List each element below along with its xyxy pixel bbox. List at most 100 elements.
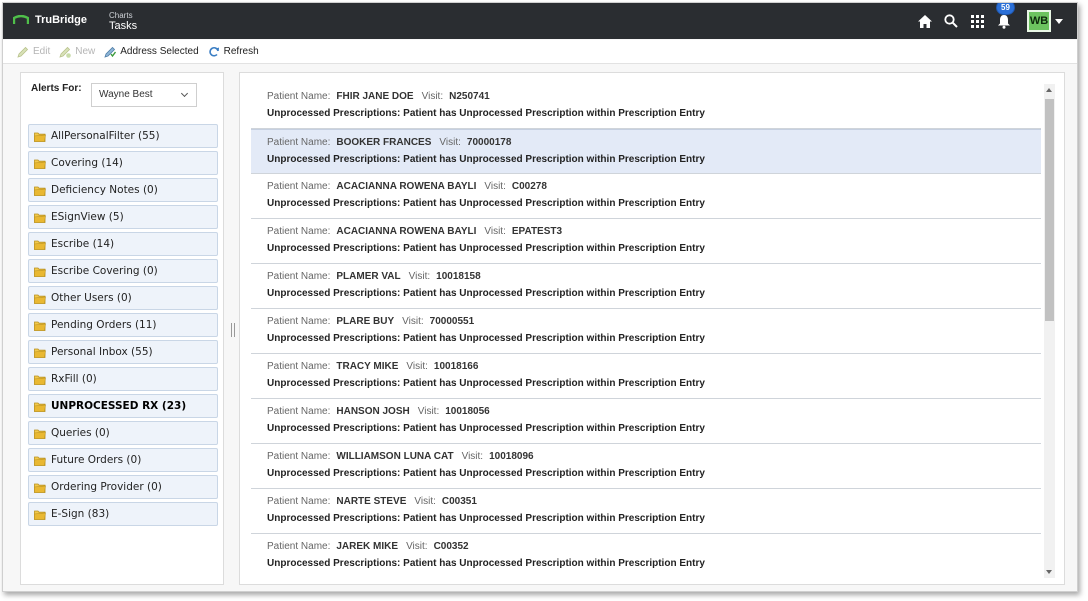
search-icon[interactable] — [943, 13, 959, 29]
scroll-up-icon[interactable] — [1046, 88, 1052, 92]
alert-message: Unprocessed Prescriptions: Patient has U… — [267, 108, 705, 119]
folder-label: E-Sign (83) — [51, 508, 110, 520]
new-label: New — [75, 46, 96, 57]
folder-label: AllPersonalFilter (55) — [51, 130, 160, 142]
action-toolbar: Edit New Address Selected Refresh — [3, 40, 1077, 64]
home-icon[interactable] — [917, 13, 933, 29]
visit-label: Visit: — [408, 271, 431, 282]
alert-message: Unprocessed Prescriptions: Patient has U… — [267, 243, 705, 254]
bell-icon — [998, 15, 1010, 29]
notifications-button[interactable]: 59 — [995, 3, 1015, 30]
table-row[interactable]: Patient Name: JAREK MIKE Visit: C00352 Unpro… — [251, 534, 1041, 578]
visit-label: Visit: — [402, 316, 424, 327]
folder-item[interactable]: Escribe Covering (0) — [28, 259, 218, 283]
table-row[interactable]: Patient Name: TRACY MIKE Visit: 10018166 Unp… — [251, 354, 1041, 399]
visit-label: Visit: — [484, 181, 506, 192]
table-row[interactable]: Patient Name: FHIR JANE DOE Visit: N250741 U… — [251, 84, 1041, 129]
scrollbar-thumb[interactable] — [1045, 99, 1054, 321]
patient-name-value: BOOKER FRANCES — [336, 137, 432, 148]
alerts-for-row: Alerts For: — [31, 83, 82, 94]
folder-item[interactable]: RxFill (0) — [28, 367, 218, 391]
alert-folders-panel: Alerts For: Wayne Best AllPersonalFilter… — [20, 72, 224, 585]
folder-item[interactable]: Covering (14) — [28, 151, 218, 175]
folder-label: Personal Inbox (55) — [51, 346, 153, 358]
folder-item[interactable]: Deficiency Notes (0) — [28, 178, 218, 202]
chevron-down-icon — [180, 89, 189, 98]
alert-message: Unprocessed Prescriptions: Patient has U… — [267, 198, 705, 209]
folder-label: Deficiency Notes (0) — [51, 184, 158, 196]
apps-grid-icon[interactable] — [969, 13, 985, 29]
notification-badge: 59 — [996, 3, 1015, 15]
logo[interactable]: TruBridge — [13, 14, 87, 26]
patient-name-value: NARTE STEVE — [336, 496, 407, 507]
user-avatar[interactable]: WB — [1027, 10, 1051, 32]
folder-label: Ordering Provider (0) — [51, 481, 162, 493]
folder-icon — [34, 510, 46, 520]
patient-name-value: WILLIAMSON LUNA CAT — [336, 451, 454, 462]
folder-item[interactable]: UNPROCESSED RX (23) — [28, 394, 218, 418]
folder-item[interactable]: E-Sign (83) — [28, 502, 218, 526]
table-row[interactable]: Patient Name: HANSON JOSH Visit: 10018056 Un… — [251, 399, 1041, 444]
app-subtitle: Charts — [109, 11, 133, 20]
alerts-user-select[interactable]: Wayne Best — [91, 83, 197, 107]
folder-icon — [34, 132, 46, 142]
alert-row-header: Patient Name: ACACIANNA ROWENA BAYLI Visit… — [267, 226, 1041, 241]
folder-label: Covering (14) — [51, 157, 123, 169]
folder-label: UNPROCESSED RX (23) — [51, 400, 187, 412]
folder-label: Pending Orders (11) — [51, 319, 157, 331]
scroll-down-icon[interactable] — [1046, 570, 1052, 574]
folder-item[interactable]: Ordering Provider (0) — [28, 475, 218, 499]
folder-icon — [34, 321, 46, 331]
app-title-block: Charts Tasks — [109, 11, 137, 32]
patient-name-label: Patient Name: — [267, 271, 331, 282]
user-menu-caret-icon[interactable] — [1055, 18, 1063, 24]
folder-item[interactable]: Pending Orders (11) — [28, 313, 218, 337]
alert-message: Unprocessed Prescriptions: Patient has U… — [267, 468, 705, 479]
table-row[interactable]: Patient Name: WILLIAMSON LUNA CAT Visit: 10… — [251, 444, 1041, 489]
folder-icon — [34, 213, 46, 223]
folder-icon — [34, 159, 46, 169]
visit-value: C00351 — [441, 496, 477, 507]
pencil-icon — [17, 46, 29, 58]
table-row[interactable]: Patient Name: ACACIANNA ROWENA BAYLI Visit… — [251, 174, 1041, 219]
visit-value: 10018166 — [433, 361, 479, 372]
folder-icon — [34, 267, 46, 277]
folder-item[interactable]: Queries (0) — [28, 421, 218, 445]
folder-item[interactable]: AllPersonalFilter (55) — [28, 124, 218, 148]
alerts-list-scrollbar[interactable] — [1044, 84, 1055, 578]
address-selected-icon — [104, 46, 117, 58]
panel-splitter-handle[interactable] — [231, 323, 235, 337]
table-row[interactable]: Patient Name: PLARE BUY Visit: 70000551 Unpr… — [251, 309, 1041, 354]
visit-value: 10018096 — [489, 451, 534, 462]
folder-label: Future Orders (0) — [51, 454, 142, 466]
folder-icon — [34, 483, 46, 493]
visit-value: EPATEST3 — [511, 226, 563, 237]
alert-row-header: Patient Name: NARTE STEVE Visit: C00351 — [267, 496, 1041, 511]
refresh-button[interactable]: Refresh — [208, 46, 259, 58]
folder-item[interactable]: Escribe (14) — [28, 232, 218, 256]
folder-icon — [34, 348, 46, 358]
patient-name-value: JAREK MIKE — [336, 541, 399, 552]
patient-name-value: PLARE BUY — [336, 316, 395, 327]
new-button[interactable]: New — [59, 46, 95, 58]
alert-row-header: Patient Name: WILLIAMSON LUNA CAT Visit: 10… — [267, 451, 1041, 466]
alert-row-header: Patient Name: FHIR JANE DOE Visit: N250741 — [267, 91, 1041, 106]
folder-item[interactable]: Future Orders (0) — [28, 448, 218, 472]
alert-row-header: Patient Name: PLARE BUY Visit: 70000551 — [267, 316, 1041, 331]
alert-message: Unprocessed Prescriptions: Patient has U… — [267, 288, 705, 299]
patient-name-label: Patient Name: — [267, 181, 331, 192]
table-row[interactable]: Patient Name: ACACIANNA ROWENA BAYLI Visit… — [251, 219, 1041, 264]
trubridge-logo-icon — [13, 15, 29, 24]
folder-item[interactable]: ESignView (5) — [28, 205, 218, 229]
app-window: TruBridge Charts Tasks 59 WB Edit New Ad… — [2, 2, 1078, 592]
address-selected-button[interactable]: Address Selected — [104, 46, 199, 58]
table-row[interactable]: Patient Name: BOOKER FRANCES Visit: 7000017… — [251, 129, 1041, 174]
folder-item[interactable]: Personal Inbox (55) — [28, 340, 218, 364]
patient-name-label: Patient Name: — [267, 91, 331, 102]
patient-name-value: ACACIANNA ROWENA BAYLI — [336, 226, 477, 237]
patient-name-value: TRACY MIKE — [336, 361, 399, 372]
edit-button[interactable]: Edit — [17, 46, 50, 58]
table-row[interactable]: Patient Name: PLAMER VAL Visit: 10018158 Unp… — [251, 264, 1041, 309]
table-row[interactable]: Patient Name: NARTE STEVE Visit: C00351 Unpr… — [251, 489, 1041, 534]
folder-item[interactable]: Other Users (0) — [28, 286, 218, 310]
